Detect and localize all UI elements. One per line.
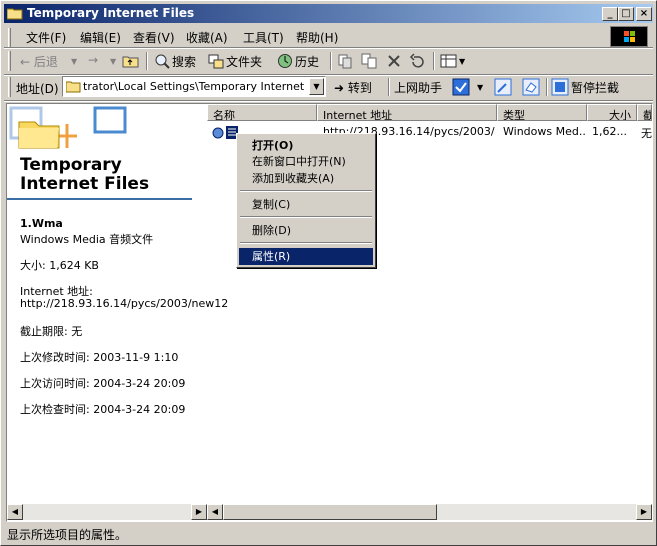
detail-file-type: Windows Media 音频文件 (20, 233, 154, 246)
column-header-expire[interactable]: 截 (637, 104, 652, 121)
explorer-window: Temporary Internet Files _ □ × 文件(F) 编辑(… (0, 0, 657, 546)
addressbar-divider (4, 100, 653, 102)
menu-item-add-favorites[interactable]: 添加到收藏夹(A) (239, 170, 373, 187)
menu-item-copy[interactable]: 复制(C) (239, 196, 373, 213)
detail-file-name: 1.Wma (20, 217, 63, 230)
views-dropdown-icon[interactable]: ▼ (459, 57, 465, 66)
address-bar: 地址(D) trator\Local Settings\Temporary In… (4, 74, 653, 100)
detail-url-value: http://218.93.16.14/pycs/2003/new12 (20, 297, 229, 310)
folder-icon (7, 8, 23, 20)
column-header-url[interactable]: Internet 地址 (317, 104, 497, 121)
context-menu-separator (240, 242, 372, 244)
toolbar-separator (388, 78, 390, 96)
address-field[interactable]: trator\Local Settings\Temporary Internet… (62, 76, 326, 97)
back-dropdown-icon[interactable]: ▼ (71, 57, 77, 66)
webview-title: Temporary Internet Files (20, 155, 150, 194)
address-dropdown-button[interactable]: ▼ (309, 78, 324, 95)
standard-toolbar: ← 后退 ▼ → ▼ 搜索 文件夹 历史 ▼ (4, 48, 653, 74)
toolbar-separator (433, 52, 435, 70)
detail-checked: 上次检查时间: 2004-3-24 20:09 (20, 403, 186, 416)
scroll-left-button[interactable]: ◀ (7, 504, 23, 520)
toolbar-separator (546, 78, 548, 96)
menu-file[interactable]: 文件(F) (26, 29, 66, 46)
detail-size: 大小: 1,624 KB (20, 259, 99, 272)
address-value: trator\Local Settings\Temporary Internet… (83, 80, 308, 93)
go-button[interactable]: ➜ 转到 (334, 79, 372, 96)
address-label: 地址(D) (16, 82, 59, 96)
detail-accessed: 上次访问时间: 2004-3-24 20:09 (20, 377, 186, 390)
addressbar-grip[interactable] (8, 77, 11, 97)
scroll-left-button[interactable]: ◀ (207, 504, 223, 520)
shield-dropdown-icon[interactable]: ▼ (477, 83, 483, 92)
menu-view[interactable]: 查看(V) (133, 29, 175, 46)
status-bar: 显示所选项目的属性。 (4, 523, 653, 543)
context-menu-separator (240, 190, 372, 192)
list-horizontal-scrollbar[interactable]: ◀ ▶ (207, 504, 652, 521)
row-expire: 无 (641, 127, 652, 140)
forward-button[interactable]: → (88, 53, 98, 67)
scroll-thumb[interactable] (223, 504, 437, 520)
copy-to-icon[interactable] (361, 53, 377, 69)
folder-icon (66, 81, 81, 93)
scroll-right-button[interactable]: ▶ (636, 504, 652, 520)
shield-check-icon[interactable] (452, 78, 470, 96)
delete-icon[interactable] (386, 53, 402, 69)
move-to-icon[interactable] (337, 53, 353, 69)
eraser-icon[interactable] (522, 78, 540, 96)
detail-expire: 截止期限: 无 (20, 325, 83, 338)
close-button[interactable]: × (636, 7, 652, 21)
detail-modified: 上次修改时间: 2003-11-9 1:10 (20, 351, 179, 364)
menu-item-delete[interactable]: 删除(D) (239, 222, 373, 239)
scroll-right-button[interactable]: ▶ (191, 504, 207, 520)
row-size: 1,62... (592, 125, 627, 138)
up-folder-icon[interactable] (122, 53, 140, 69)
history-button[interactable]: 历史 (295, 53, 319, 70)
context-menu: 打开(O) 在新窗口中打开(N) 添加到收藏夹(A) 复制(C) 删除(D) 属… (236, 133, 376, 268)
webview-divider (7, 198, 192, 200)
title-bar[interactable]: Temporary Internet Files _ □ × (4, 4, 653, 23)
scroll-track[interactable] (437, 504, 636, 520)
forward-dropdown-icon[interactable]: ▼ (110, 57, 116, 66)
minimize-button[interactable]: _ (602, 7, 618, 21)
column-header-type[interactable]: 类型 (497, 104, 587, 121)
undo-icon[interactable] (409, 53, 425, 69)
views-icon[interactable] (440, 53, 458, 69)
status-text: 显示所选项目的属性。 (7, 528, 128, 542)
search-button[interactable]: 搜索 (172, 53, 196, 70)
column-header-size[interactable]: 大小 (587, 104, 637, 121)
webview-pane: Temporary Internet Files 1.Wma Windows M… (7, 104, 228, 504)
search-icon (155, 54, 170, 69)
menu-item-open-new-window[interactable]: 在新窗口中打开(N) (239, 153, 373, 170)
menu-help[interactable]: 帮助(H) (296, 29, 338, 46)
folders-icon (208, 54, 224, 69)
window-title: Temporary Internet Files (27, 6, 195, 20)
history-icon (278, 54, 292, 68)
menu-item-open[interactable]: 打开(O) (239, 137, 373, 154)
left-horizontal-scrollbar[interactable]: ◀ ▶ (7, 504, 207, 521)
pause-block-button[interactable]: 暂停拦截 (571, 79, 619, 96)
popup-block-icon[interactable] (551, 78, 569, 96)
menu-item-properties[interactable]: 属性(R) (239, 248, 373, 265)
menu-tools[interactable]: 工具(T) (243, 29, 284, 46)
menubar-grip[interactable] (8, 28, 11, 48)
go-arrow-icon: ➜ (334, 81, 345, 95)
folders-button[interactable]: 文件夹 (226, 53, 262, 70)
scroll-track[interactable] (23, 504, 191, 520)
links-helper-label[interactable]: 上网助手 (394, 79, 442, 96)
menu-favorites[interactable]: 收藏(A) (186, 29, 228, 46)
back-button[interactable]: ← 后退 (20, 53, 58, 70)
maximize-button[interactable]: □ (618, 7, 634, 21)
windows-logo-icon (610, 26, 648, 47)
toolbar-separator (146, 52, 148, 70)
toolbar-grip[interactable] (8, 51, 11, 71)
row-type: Windows Med... (503, 125, 587, 138)
menu-edit[interactable]: 编辑(E) (80, 29, 121, 46)
go-label: 转到 (347, 81, 372, 95)
webview-banner-folder-icon (9, 106, 127, 149)
toolbar-separator (330, 52, 332, 70)
menu-bar: 文件(F) 编辑(E) 查看(V) 收藏(A) 工具(T) 帮助(H) (4, 25, 653, 48)
context-menu-separator (240, 216, 372, 218)
column-header-name[interactable]: 名称 (207, 104, 317, 121)
wrench-icon[interactable] (494, 78, 512, 96)
